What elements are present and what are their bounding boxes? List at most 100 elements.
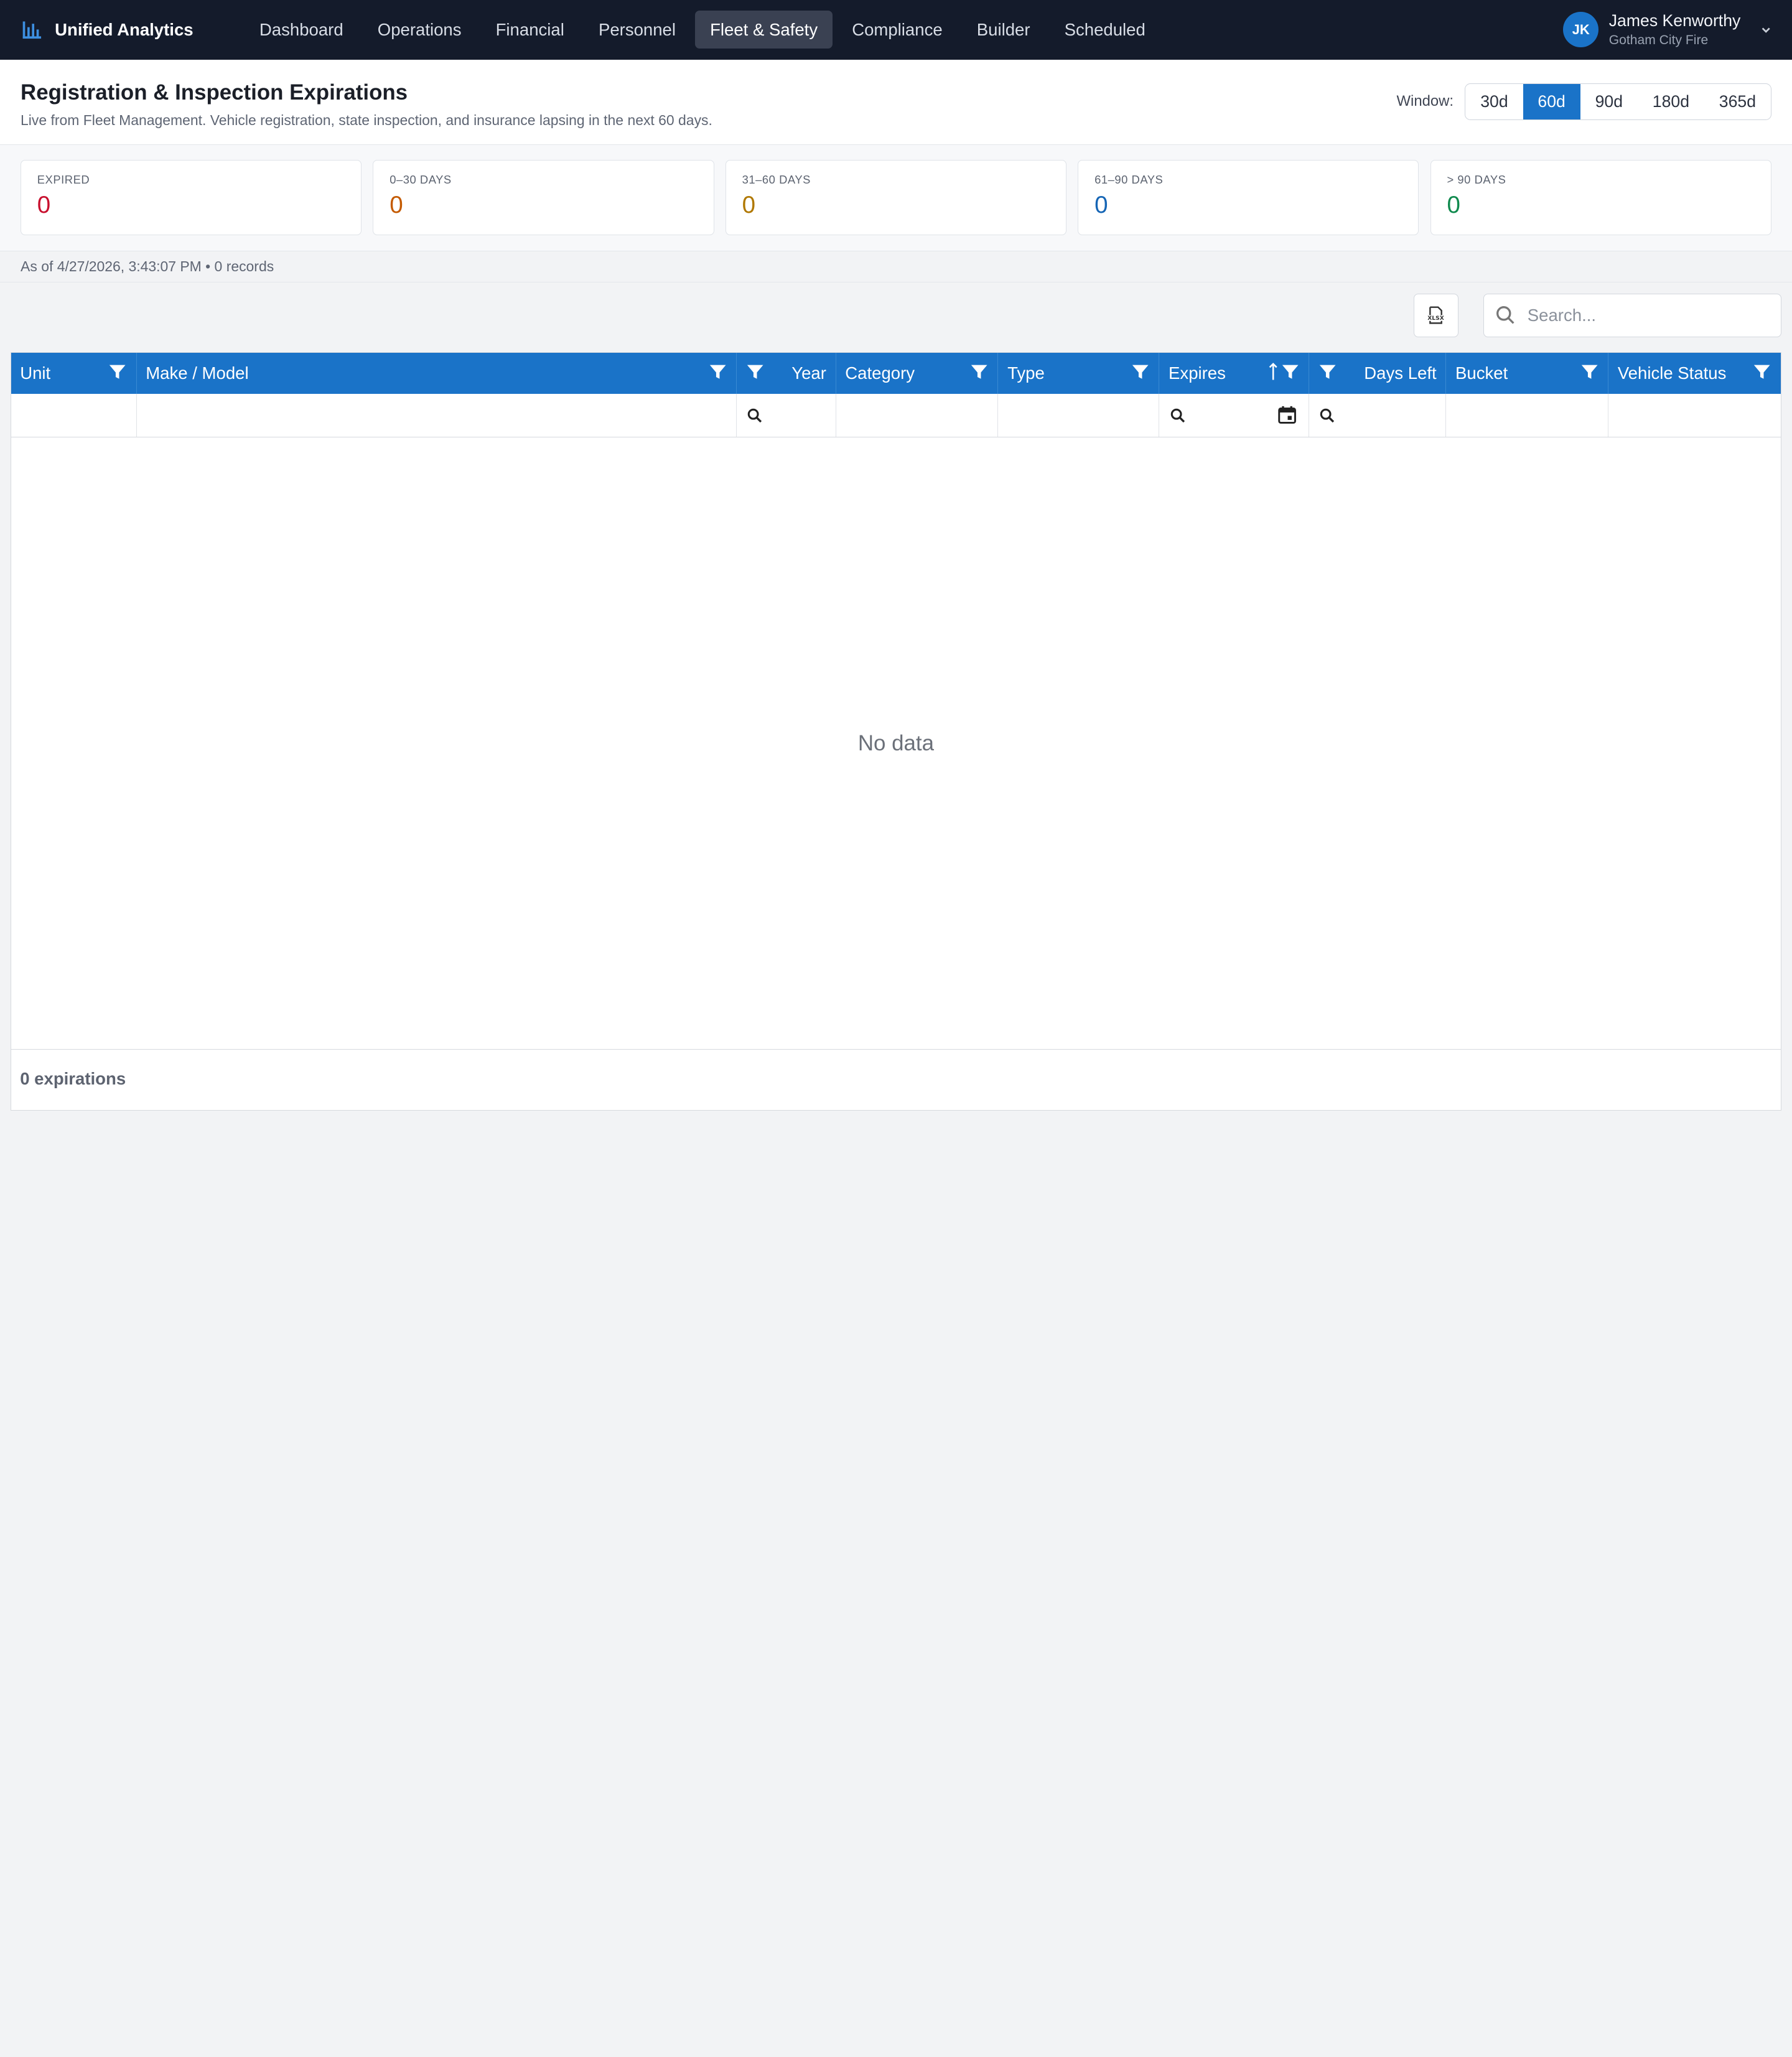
column-label: Bucket <box>1455 363 1508 383</box>
stat-card-61-90-days: 61–90 DAYS 0 <box>1078 160 1419 236</box>
nav-item-financial[interactable]: Financial <box>481 11 579 49</box>
column-header-year[interactable]: Year <box>737 352 836 394</box>
filter-cell-unit[interactable] <box>11 393 137 437</box>
column-header-expires[interactable]: Expires <box>1159 352 1309 394</box>
nav-item-personnel[interactable]: Personnel <box>584 11 691 49</box>
filter-icon[interactable] <box>1318 363 1337 381</box>
chevron-down-icon[interactable] <box>1760 24 1771 35</box>
column-label: Expires <box>1169 363 1226 383</box>
stat-value: 0 <box>1094 191 1108 218</box>
empty-state-text: No data <box>857 730 935 755</box>
column-label: Unit <box>20 363 51 383</box>
export-xlsx-button[interactable]: XLSX <box>1413 294 1458 337</box>
window-selector: Window: 30d 60d 90d 180d 365d <box>1397 83 1771 120</box>
main-nav: Dashboard Operations Financial Personnel… <box>245 11 1160 49</box>
window-option-30d[interactable]: 30d <box>1465 84 1523 119</box>
filter-cell-type[interactable] <box>998 393 1160 437</box>
filter-icon[interactable] <box>746 363 764 381</box>
column-label: Days Left <box>1364 363 1437 383</box>
column-label: Type <box>1007 363 1045 383</box>
window-option-60d[interactable]: 60d <box>1523 84 1580 119</box>
nav-item-fleet-safety[interactable]: Fleet & Safety <box>695 11 833 49</box>
app-root: Unified Analytics Dashboard Operations F… <box>0 0 1792 1120</box>
filter-cell-year[interactable] <box>737 393 836 437</box>
expirations-grid: Unit Make / Model Year Category Type Exp… <box>10 352 1782 1111</box>
filter-cell-expires[interactable] <box>1159 393 1309 437</box>
column-header-days-left[interactable]: Days Left <box>1309 352 1447 394</box>
calendar-icon[interactable] <box>1277 405 1297 424</box>
grid-toolbar: XLSX <box>0 282 1792 352</box>
column-header-type[interactable]: Type <box>998 352 1160 394</box>
stat-value: 0 <box>37 191 51 218</box>
grid-filter-row <box>11 393 1781 437</box>
user-name: James Kenworthy <box>1608 11 1741 30</box>
column-label: Year <box>791 363 826 383</box>
stat-label: EXPIRED <box>37 173 90 187</box>
filter-icon[interactable] <box>108 363 126 381</box>
user-org: Gotham City Fire <box>1608 32 1709 47</box>
stat-label: 31–60 DAYS <box>742 173 811 187</box>
stat-cards: EXPIRED 0 0–30 DAYS 0 31–60 DAYS 0 61–90… <box>0 145 1792 252</box>
nav-item-operations[interactable]: Operations <box>363 11 477 49</box>
column-header-unit[interactable]: Unit <box>11 352 137 394</box>
filter-icon[interactable] <box>1580 363 1598 381</box>
search-icon <box>1170 408 1186 424</box>
nav-item-compliance[interactable]: Compliance <box>837 11 957 49</box>
filter-cell-bucket[interactable] <box>1446 393 1609 437</box>
sort-ascending-icon[interactable] <box>1267 363 1279 381</box>
filter-icon[interactable] <box>1281 363 1299 381</box>
stat-label: 61–90 DAYS <box>1094 173 1164 187</box>
filter-icon[interactable] <box>970 363 988 381</box>
column-header-vehicle-status[interactable]: Vehicle Status <box>1608 353 1780 394</box>
stat-card-0-30-days: 0–30 DAYS 0 <box>373 160 714 236</box>
window-option-180d[interactable]: 180d <box>1638 84 1704 119</box>
nav-item-dashboard[interactable]: Dashboard <box>245 11 358 49</box>
user-info: James Kenworthy Gotham City Fire <box>1609 11 1741 48</box>
brand[interactable]: Unified Analytics <box>21 18 245 41</box>
as-of-status: As of 4/27/2026, 3:43:07 PM • 0 records <box>0 251 1792 282</box>
filter-icon[interactable] <box>1753 363 1771 381</box>
search-icon <box>747 408 763 424</box>
stat-value: 0 <box>390 191 403 218</box>
stat-value: 0 <box>1447 191 1460 218</box>
filter-icon[interactable] <box>709 363 727 381</box>
user-menu[interactable]: JK James Kenworthy Gotham City Fire <box>1563 11 1771 48</box>
window-label: Window: <box>1396 93 1454 110</box>
window-segmented-control: 30d 60d 90d 180d 365d <box>1465 83 1771 120</box>
stat-value: 0 <box>742 191 756 218</box>
filter-cell-make-model[interactable] <box>137 393 737 437</box>
stat-card-31-60-days: 31–60 DAYS 0 <box>725 160 1066 236</box>
grid-header-row: Unit Make / Model Year Category Type Exp… <box>11 352 1781 394</box>
window-option-365d[interactable]: 365d <box>1704 84 1771 119</box>
filter-cell-days-left[interactable] <box>1309 393 1447 437</box>
app-title: Unified Analytics <box>55 19 194 39</box>
grid-body: No data <box>11 437 1781 1050</box>
page-header: Registration & Inspection Expirations Li… <box>0 59 1792 146</box>
stat-card-expired: EXPIRED 0 <box>21 160 362 236</box>
nav-item-scheduled[interactable]: Scheduled <box>1050 11 1160 49</box>
window-option-90d[interactable]: 90d <box>1580 84 1638 119</box>
xlsx-export-icon: XLSX <box>1426 305 1446 325</box>
top-nav-bar: Unified Analytics Dashboard Operations F… <box>0 0 1792 60</box>
filter-icon[interactable] <box>1131 363 1149 381</box>
svg-text:XLSX: XLSX <box>1428 315 1445 322</box>
search-box <box>1483 294 1782 337</box>
stat-label: 0–30 DAYS <box>390 173 452 187</box>
column-header-make-model[interactable]: Make / Model <box>137 352 737 394</box>
column-header-category[interactable]: Category <box>836 352 999 394</box>
search-icon <box>1319 408 1335 424</box>
bar-chart-icon <box>21 18 44 41</box>
grid-footer-summary: 0 expirations <box>20 1069 126 1089</box>
column-header-bucket[interactable]: Bucket <box>1446 352 1609 394</box>
stat-label: > 90 DAYS <box>1447 173 1506 187</box>
stat-card-over-90-days: > 90 DAYS 0 <box>1430 160 1771 236</box>
nav-item-builder[interactable]: Builder <box>962 11 1045 49</box>
search-icon <box>1495 305 1516 325</box>
search-input[interactable] <box>1527 305 1757 325</box>
column-label: Vehicle Status <box>1617 363 1727 383</box>
filter-cell-category[interactable] <box>836 393 999 437</box>
avatar: JK <box>1563 12 1599 48</box>
column-label: Make / Model <box>146 363 249 383</box>
column-label: Category <box>845 363 915 383</box>
filter-cell-vehicle-status[interactable] <box>1608 394 1780 437</box>
